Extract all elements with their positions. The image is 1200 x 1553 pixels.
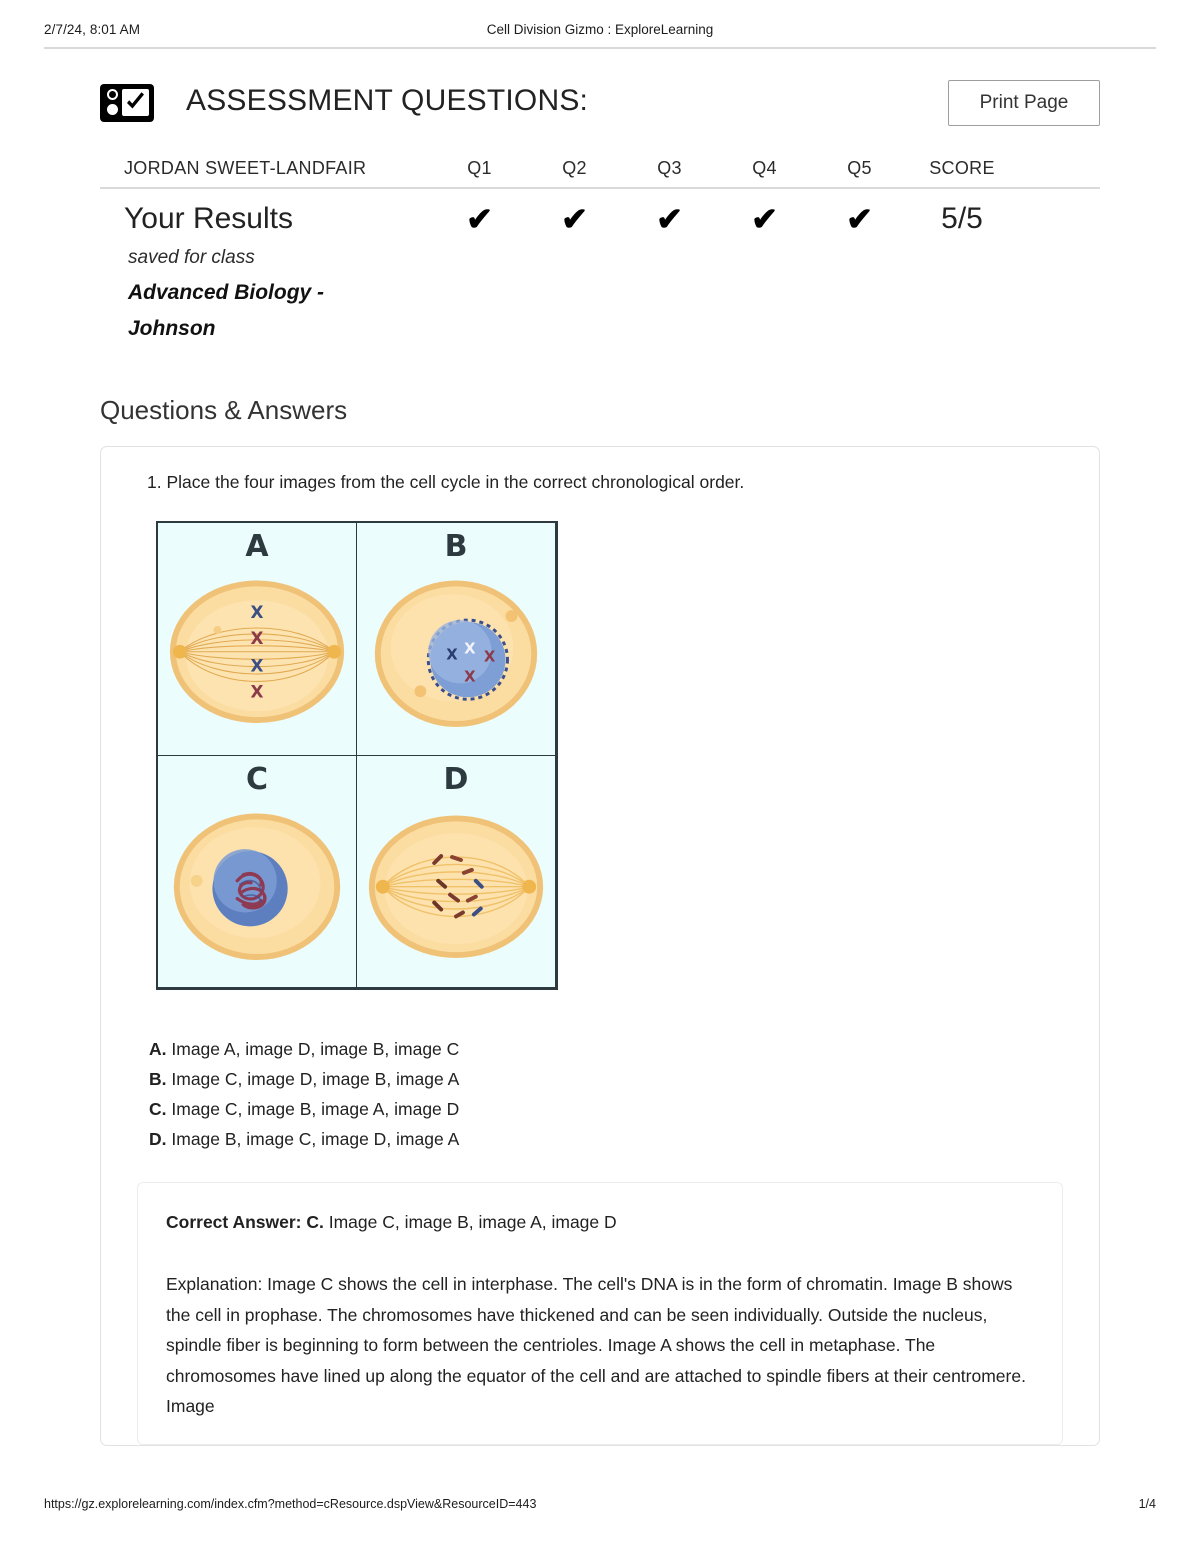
option-d-text: Image B, image C, image D, image A <box>171 1129 460 1149</box>
footer-url: https://gz.explorelearning.com/index.cfm… <box>44 1497 537 1511</box>
section-title-questions-answers: Questions & Answers <box>100 395 348 425</box>
cell-panel-a: A X X X X <box>157 522 357 756</box>
answer-mark-q1: ✔ <box>466 201 493 237</box>
saved-for-class-label: saved for class <box>128 247 255 268</box>
cell-panel-d: D <box>356 754 556 988</box>
assessment-checkbox-icon <box>100 84 154 122</box>
svg-text:X: X <box>251 628 264 648</box>
cell-interphase-illustration <box>173 812 341 960</box>
column-header-q3: Q3 <box>657 158 682 178</box>
results-table: JORDAN SWEET-LANDFAIR Q1 Q2 Q3 Q4 Q5 SCO… <box>100 158 1100 347</box>
option-c[interactable]: C. Image C, image B, image A, image D <box>149 1094 1073 1124</box>
footer-page-number: 1/4 <box>1138 1497 1156 1511</box>
option-d[interactable]: D. Image B, image C, image D, image A <box>149 1124 1073 1154</box>
option-a-label: A. <box>149 1039 167 1059</box>
answer-options: A. Image A, image D, image B, image C B.… <box>149 1034 1073 1160</box>
icon-dots <box>105 88 123 118</box>
check-icon <box>127 92 144 109</box>
answer-mark-q5: ✔ <box>846 201 873 237</box>
print-document-title: Cell Division Gizmo : ExploreLearning <box>486 22 714 37</box>
question-text: 1. Place the four images from the cell c… <box>127 469 1073 495</box>
score-value: 5/5 <box>941 202 983 235</box>
page-title: ASSESSMENT QUESTIONS: <box>186 84 589 117</box>
option-d-label: D. <box>149 1129 167 1149</box>
answer-mark-q3: ✔ <box>656 201 683 237</box>
question-prompt: Place the four images from the cell cycl… <box>166 472 745 492</box>
question-number: 1. <box>147 472 162 492</box>
class-name: Advanced Biology - Johnson <box>128 281 325 340</box>
page-content: ASSESSMENT QUESTIONS: Print Page JORDAN … <box>0 60 1200 1446</box>
answer-mark-q2: ✔ <box>561 201 588 237</box>
option-a[interactable]: A. Image A, image D, image B, image C <box>149 1034 1073 1064</box>
column-header-q5: Q5 <box>847 158 872 178</box>
option-b-text: Image C, image D, image B, image A <box>171 1069 460 1089</box>
icon-checkbox <box>122 89 149 116</box>
answer-mark-q4: ✔ <box>751 201 778 237</box>
column-header-q2: Q2 <box>562 158 587 178</box>
print-page-button[interactable]: Print Page <box>948 80 1100 126</box>
results-header-row: JORDAN SWEET-LANDFAIR Q1 Q2 Q3 Q4 Q5 SCO… <box>100 158 1100 185</box>
option-c-label: C. <box>149 1099 167 1119</box>
correct-answer-text: Image C, image B, image A, image D <box>328 1212 617 1232</box>
cell-panel-c: C <box>157 754 357 988</box>
svg-text:X: X <box>464 667 476 685</box>
cell-anaphase-illustration <box>368 814 544 958</box>
option-c-text: Image C, image B, image A, image D <box>171 1099 460 1119</box>
question-card: 1. Place the four images from the cell c… <box>100 446 1100 1446</box>
svg-text:X: X <box>446 646 458 664</box>
column-header-q1: Q1 <box>467 158 492 178</box>
correct-answer-line: Correct Answer: C. Image C, image B, ima… <box>166 1209 1034 1235</box>
option-b[interactable]: B. Image C, image D, image B, image A <box>149 1064 1073 1094</box>
results-divider <box>100 187 1100 189</box>
results-row-label: Your Results <box>124 202 293 235</box>
icon-dot-filled <box>107 104 118 115</box>
svg-text:X: X <box>251 602 264 622</box>
header-divider <box>44 47 1156 49</box>
option-a-text: Image A, image D, image B, image C <box>171 1039 460 1059</box>
svg-text:X: X <box>251 656 264 676</box>
cell-prophase-illustration: X X X X <box>374 580 538 727</box>
cell-metaphase-illustration: X X X X <box>169 580 345 724</box>
correct-answer-box: Correct Answer: C. Image C, image B, ima… <box>137 1182 1063 1445</box>
assessment-header: ASSESSMENT QUESTIONS: Print Page <box>100 78 1100 140</box>
results-data-row: Your Results ✔ ✔ ✔ ✔ ✔ 5/5 <box>100 199 1100 239</box>
svg-text:X: X <box>484 648 496 666</box>
svg-text:X: X <box>464 640 476 658</box>
column-header-score: SCORE <box>929 158 995 178</box>
column-header-q4: Q4 <box>752 158 777 178</box>
student-name: JORDAN SWEET-LANDFAIR <box>124 158 367 178</box>
icon-dot-outline <box>107 89 118 100</box>
cell-cycle-grid: A X X X X B X X X X C D <box>156 521 558 990</box>
print-footer: https://gz.explorelearning.com/index.cfm… <box>0 1497 1200 1517</box>
svg-text:X: X <box>251 681 264 701</box>
cell-panel-b: B X X X X <box>356 522 556 756</box>
cell-cycle-figure: A X X X X B X X X X C D <box>156 521 1073 990</box>
correct-answer-label: Correct Answer: C. <box>166 1212 324 1232</box>
explanation-text: Explanation: Image C shows the cell in i… <box>166 1274 1026 1416</box>
option-b-label: B. <box>149 1069 167 1089</box>
